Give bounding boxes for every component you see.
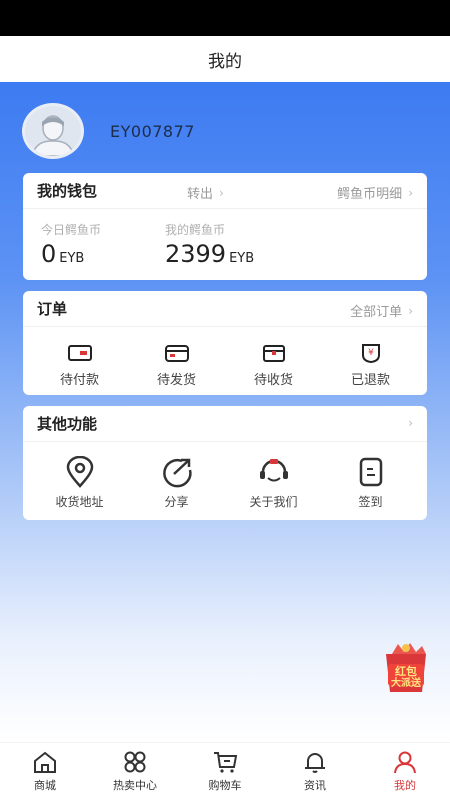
checkin-icon: [354, 456, 388, 488]
other-functions-header: 其他功能: [23, 406, 427, 442]
order-item-label: 待收货: [253, 373, 293, 388]
other-functions-card: 其他功能 › 收货地址 分享 关于我们 签到: [23, 406, 427, 520]
tab-label: 商城: [34, 779, 56, 792]
tab-news[interactable]: 资讯: [275, 750, 355, 793]
all-orders-label: 全部订单: [350, 305, 403, 320]
tab-cart[interactable]: 购物车: [185, 750, 265, 793]
today-coins: 今日鳄鱼币 0 EYB: [41, 209, 165, 268]
status-bar: [0, 0, 450, 36]
today-coins-label: 今日鳄鱼币: [41, 223, 102, 237]
location-icon: [63, 456, 97, 488]
all-orders-link[interactable]: 全部订单 ›: [350, 301, 413, 321]
share[interactable]: 分享: [131, 456, 223, 510]
tab-mine[interactable]: 我的: [365, 750, 445, 793]
coin-detail-link[interactable]: 鳄鱼币明细 ›: [337, 183, 413, 203]
refund-icon: ¥: [357, 341, 385, 365]
function-item-label: 关于我们: [249, 495, 298, 509]
function-item-label: 签到: [358, 495, 383, 509]
bell-icon: [305, 753, 325, 773]
my-coins-value: 2399: [165, 240, 227, 268]
orders-card: 订单 全部订单 › 待付款 待发货 待收货 ¥ 已退款: [23, 291, 427, 395]
order-refunded[interactable]: ¥ 已退款: [325, 341, 417, 388]
order-item-label: 待发货: [156, 373, 196, 388]
tab-label: 资讯: [304, 779, 326, 792]
coin-detail-label: 鳄鱼币明细: [337, 187, 403, 202]
today-coins-value: 0: [41, 240, 57, 268]
shipping-address[interactable]: 收货地址: [34, 456, 126, 510]
other-functions-title: 其他功能: [37, 415, 98, 433]
default-avatar-icon: [31, 115, 75, 156]
my-coins-unit: EYB: [229, 251, 255, 266]
order-item-label: 待付款: [59, 373, 99, 388]
function-item-label: 收货地址: [55, 495, 104, 509]
chevron-right-icon: ›: [219, 185, 224, 200]
username: EY007877: [110, 121, 195, 141]
chevron-right-icon: ›: [408, 185, 413, 200]
orders-title: 订单: [37, 300, 68, 318]
tab-mall[interactable]: 商城: [5, 750, 85, 793]
my-coins: 我的鳄鱼币 2399 EYB: [165, 209, 289, 268]
grid-icon: [124, 751, 146, 773]
cart-icon: [214, 752, 238, 773]
red-packet-promo[interactable]: 红包 大派送: [378, 640, 434, 696]
check-in[interactable]: 签到: [325, 456, 417, 510]
service-icon: [257, 456, 291, 488]
card-icon: [163, 341, 191, 365]
chevron-right-icon[interactable]: ›: [408, 416, 413, 430]
chevron-right-icon: ›: [408, 303, 413, 318]
order-pending-payment[interactable]: 待付款: [34, 341, 126, 388]
about-us[interactable]: 关于我们: [228, 456, 320, 510]
user-icon: [394, 751, 416, 774]
order-item-label: 已退款: [350, 373, 390, 388]
tab-label: 热卖中心: [113, 779, 157, 792]
box-icon: [260, 341, 288, 365]
order-pending-receipt[interactable]: 待收货: [228, 341, 320, 388]
tab-hot-center[interactable]: 热卖中心: [95, 750, 175, 793]
wallet-icon: [66, 341, 94, 365]
red-packet-line2: 大派送: [391, 676, 422, 689]
wallet-title: 我的钱包: [37, 182, 98, 200]
order-pending-shipment[interactable]: 待发货: [131, 341, 223, 388]
function-item-label: 分享: [164, 495, 189, 509]
wallet-card: 我的钱包 转出 › 鳄鱼币明细 › 今日鳄鱼币 0 EYB 我的鳄鱼币 2399…: [23, 173, 427, 280]
today-coins-unit: EYB: [59, 251, 85, 266]
share-icon: [160, 456, 194, 488]
red-packet-line1: 红包: [395, 664, 417, 678]
red-packet-icon: 红包 大派送: [386, 643, 426, 692]
page-title: 我的: [0, 36, 450, 82]
tab-label: 我的: [394, 779, 416, 792]
svg-text:¥: ¥: [368, 348, 374, 358]
profile-section: EY007877: [22, 103, 195, 159]
home-icon: [34, 751, 56, 773]
transfer-link[interactable]: 转出 ›: [187, 183, 224, 203]
avatar[interactable]: [22, 103, 84, 159]
tab-label: 购物车: [208, 779, 242, 792]
transfer-label: 转出: [187, 187, 214, 202]
bottom-tab-bar: 商城 热卖中心 购物车 资讯 我的: [0, 742, 450, 800]
my-coins-label: 我的鳄鱼币: [165, 223, 226, 237]
